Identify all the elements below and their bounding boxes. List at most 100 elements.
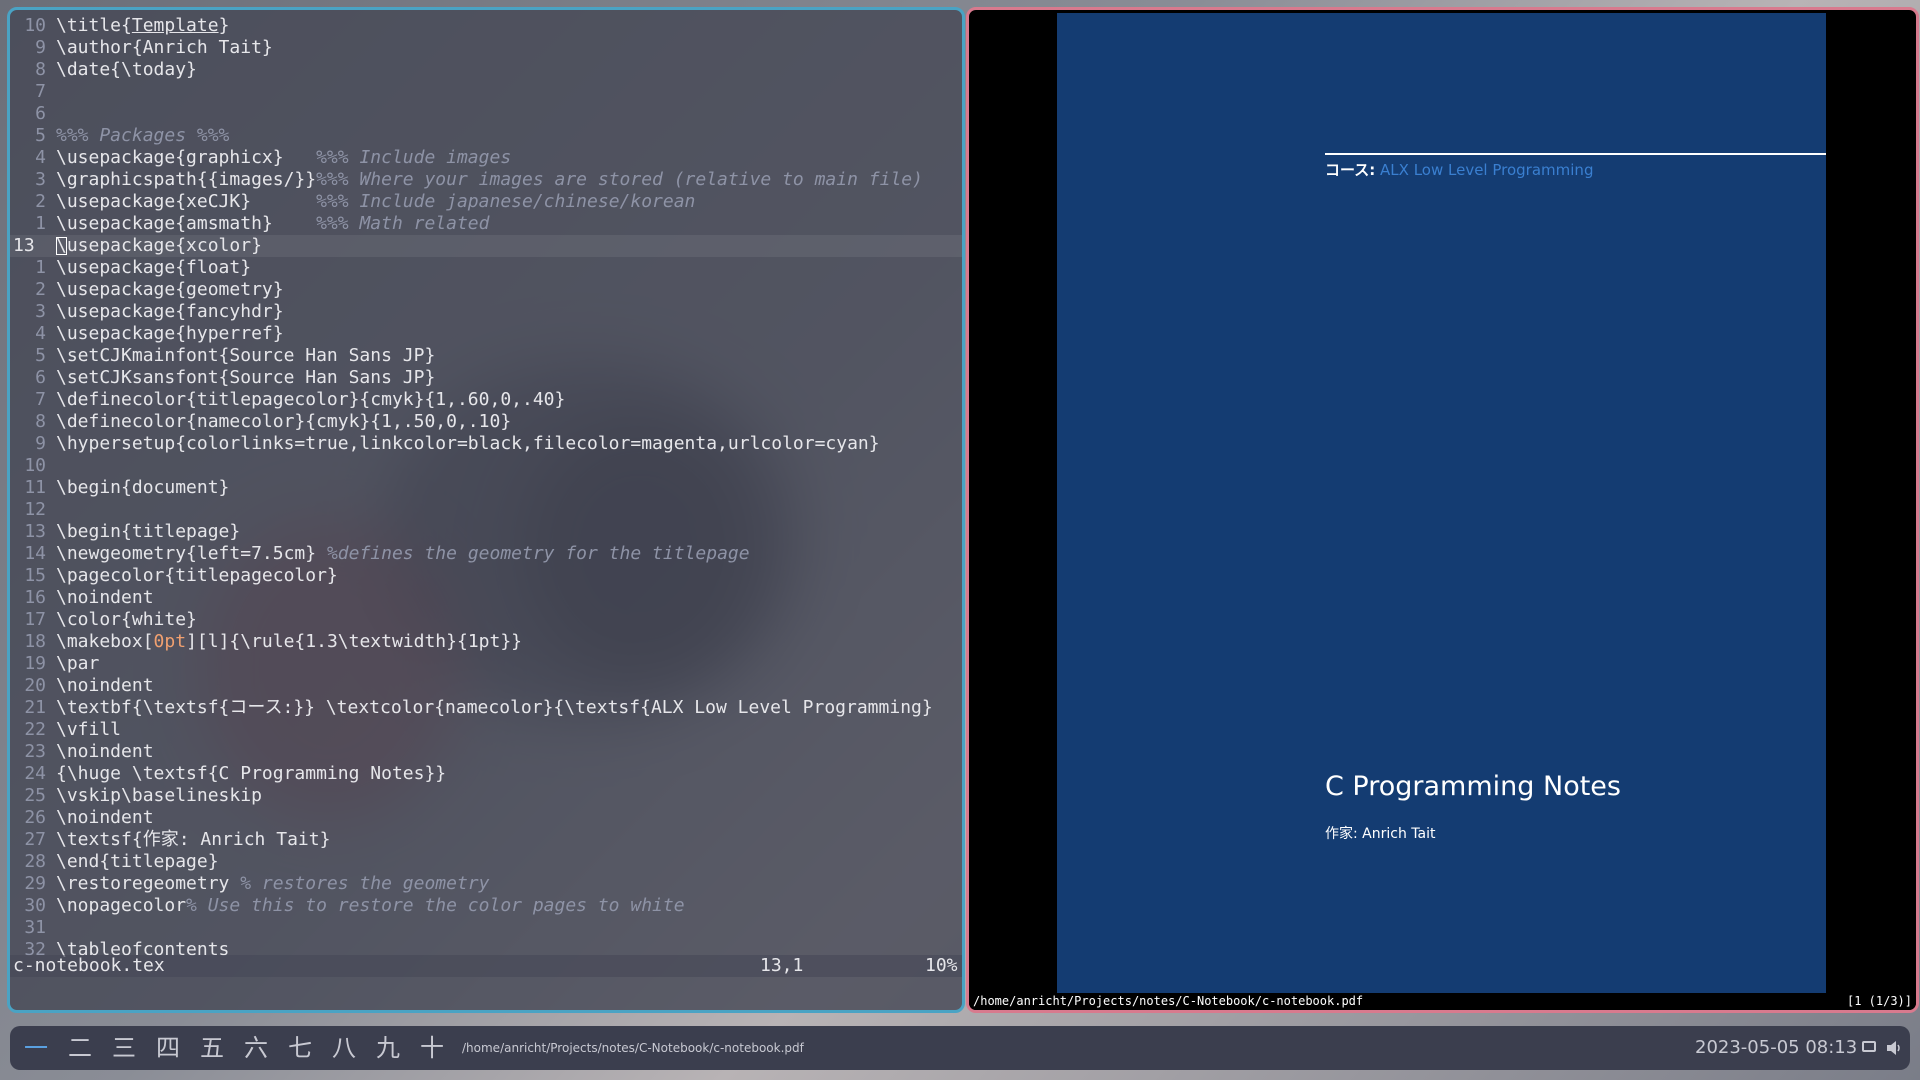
pdf-page[interactable]: コース: ALX Low Level Programming C Program… [1057,13,1826,993]
code-line[interactable]: 16 \noindent [10,587,962,609]
code-line[interactable]: 2 \usepackage{geometry} [10,279,962,301]
code-line[interactable]: 10 \title{Template} [10,15,962,37]
code-segment: ][l]{\rule{1.3\textwidth}{1pt}} [186,631,523,652]
statusline-scroll-percent: 10% [925,955,958,976]
code-line[interactable]: 9 \hypersetup{colorlinks=true,linkcolor=b… [10,433,962,455]
taskbar-clock[interactable]: 2023-05-05 08:13 [1695,1026,1857,1070]
code-segment: \pagecolor{titlepagecolor} [56,565,338,586]
code-line[interactable]: 19 \par [10,653,962,675]
code-segment: Template [131,15,219,36]
code-line[interactable]: 6 \setCJKsansfont{Source Han Sans JP} [10,367,962,389]
code-line[interactable]: 7 \definecolor{titlepagecolor}{cmyk}{1,.6… [10,389,962,411]
code-line[interactable]: 10 [10,455,962,477]
code-line[interactable]: 27 \textsf{作家: Anrich Tait} [10,829,962,851]
line-text: \author{Anrich Tait} [56,37,273,59]
code-segment: \noindent [56,675,154,696]
line-number: 15 [24,565,46,586]
code-line[interactable]: 3 \graphicspath{{images/}}%%% Where your … [10,169,962,191]
code-line[interactable]: 30 \nopagecolor% Use this to restore the … [10,895,962,917]
workspace-button-8[interactable]: 八 [324,1032,364,1064]
line-text: \restoregeometry % restores the geometry [56,873,489,895]
code-segment: 0pt [153,631,187,652]
code-line[interactable]: 4 \usepackage{hyperref} [10,323,962,345]
line-text: \graphicspath{{images/}}%%% Where your i… [56,169,923,191]
code-line[interactable]: 28 \end{titlepage} [10,851,962,873]
line-number: 16 [24,587,46,608]
code-line[interactable]: 3 \usepackage{fancyhdr} [10,301,962,323]
code-comment: % Use this to restore the color pages to… [186,895,685,916]
code-line[interactable]: 5 \setCJKmainfont{Source Han Sans JP} [10,345,962,367]
volume-icon[interactable] [1886,1038,1902,1058]
code-line[interactable]: 9 \author{Anrich Tait} [10,37,962,59]
code-line[interactable]: 12 [10,499,962,521]
code-segment: \par [56,653,100,674]
code-line[interactable]: 14 \newgeometry{left=7.5cm} %defines the … [10,543,962,565]
code-segment: \vskip\baselineskip [56,785,262,806]
code-segment: \usepackage{graphicx} [56,147,317,168]
line-text: \setCJKsansfont{Source Han Sans JP} [56,367,435,389]
code-segment: \hypersetup{colorlinks=true,linkcolor=bl… [56,433,880,454]
code-line[interactable]: 20 \noindent [10,675,962,697]
workspace-button-9[interactable]: 九 [368,1032,408,1064]
workspace-button-2[interactable]: 二 [60,1032,100,1064]
code-line[interactable]: 1 \usepackage{float} [10,257,962,279]
code-line[interactable]: 18 \makebox[0pt][l]{\rule{1.3\textwidth}{… [10,631,962,653]
code-line[interactable]: 31 [10,917,962,939]
workspace-button-10[interactable]: 十 [412,1032,452,1064]
code-line[interactable]: 29 \restoregeometry % restores the geomet… [10,873,962,895]
code-segment: \noindent [56,587,154,608]
line-number: 24 [24,763,46,784]
line-number: 6 [35,103,46,124]
line-text: \definecolor{titlepagecolor}{cmyk}{1,.60… [56,389,565,411]
workspace-button-4[interactable]: 四 [148,1032,188,1064]
code-segment: {\huge \textsf{C Programming Notes}} [56,763,447,784]
monitor-icon[interactable] [1862,1041,1876,1052]
code-line[interactable]: 15 \pagecolor{titlepagecolor} [10,565,962,587]
code-line[interactable]: 8 \date{\today} [10,59,962,81]
line-text: \definecolor{namecolor}{cmyk}{1,.50,0,.1… [56,411,511,433]
code-line[interactable]: 13 \begin{titlepage} [10,521,962,543]
code-comment: % restores the geometry [240,873,490,894]
line-number: 10 [24,15,46,36]
workspace-button-5[interactable]: 五 [192,1032,232,1064]
code-line[interactable]: 1 \usepackage{amsmath} %%% Math related [10,213,962,235]
code-line[interactable]: 11 \begin{document} [10,477,962,499]
code-segment: \noindent [56,741,154,762]
workspace-button-7[interactable]: 七 [280,1032,320,1064]
code-line[interactable]: 26 \noindent [10,807,962,829]
code-segment: } [218,15,230,36]
pdf-viewer-window[interactable]: コース: ALX Low Level Programming C Program… [966,7,1919,1013]
line-number: 30 [24,895,46,916]
line-text: \textbf{\textsf{コース:}} \textcolor{nameco… [56,697,933,719]
code-line[interactable]: 23 \noindent [10,741,962,763]
code-line-current[interactable]: 13 \usepackage{xcolor} [10,235,962,257]
code-segment: \definecolor{namecolor}{cmyk}{1,.50,0,.1… [56,411,512,432]
code-comment: %defines the geometry for the titlepage [326,543,750,564]
code-segment: \title{ [56,15,132,36]
viewer-statusbar: /home/anricht/Projects/notes/C-Notebook/… [969,993,1916,1010]
code-line[interactable]: 24 {\huge \textsf{C Programming Notes}} [10,763,962,785]
workspace-button-3[interactable]: 三 [104,1032,144,1064]
line-text: \setCJKmainfont{Source Han Sans JP} [56,345,435,367]
code-line[interactable]: 21 \textbf{\textsf{コース:}} \textcolor{name… [10,697,962,719]
workspace-button-6[interactable]: 六 [236,1032,276,1064]
code-segment: \makebox[ [56,631,154,652]
line-text: \vskip\baselineskip [56,785,262,807]
line-number: 8 [35,411,46,432]
code-line[interactable]: 25 \vskip\baselineskip [10,785,962,807]
editor-window[interactable]: 10 \title{Template} 9 \author{Anrich Tait} 8… [7,7,965,1013]
workspace-button-1[interactable]: 一 [16,1032,56,1064]
line-text: \usepackage{amsmath} %%% Math related [56,213,489,235]
code-line[interactable]: 17 \color{white} [10,609,962,631]
code-line[interactable]: 22 \vfill [10,719,962,741]
code-line[interactable]: 5 %%% Packages %%% [10,125,962,147]
code-segment: \usepackage{amsmath} [56,213,317,234]
code-line[interactable]: 7 [10,81,962,103]
code-comment: %%% Include japanese/chinese/korean [316,191,696,212]
code-line[interactable]: 8 \definecolor{namecolor}{cmyk}{1,.50,0,.… [10,411,962,433]
code-line[interactable]: 6 [10,103,962,125]
code-line[interactable]: 4 \usepackage{graphicx} %%% Include image… [10,147,962,169]
code-line[interactable]: 2 \usepackage{xeCJK} %%% Include japanese… [10,191,962,213]
pdf-document-title: C Programming Notes [1325,771,1621,802]
line-number: 2 [35,279,46,300]
